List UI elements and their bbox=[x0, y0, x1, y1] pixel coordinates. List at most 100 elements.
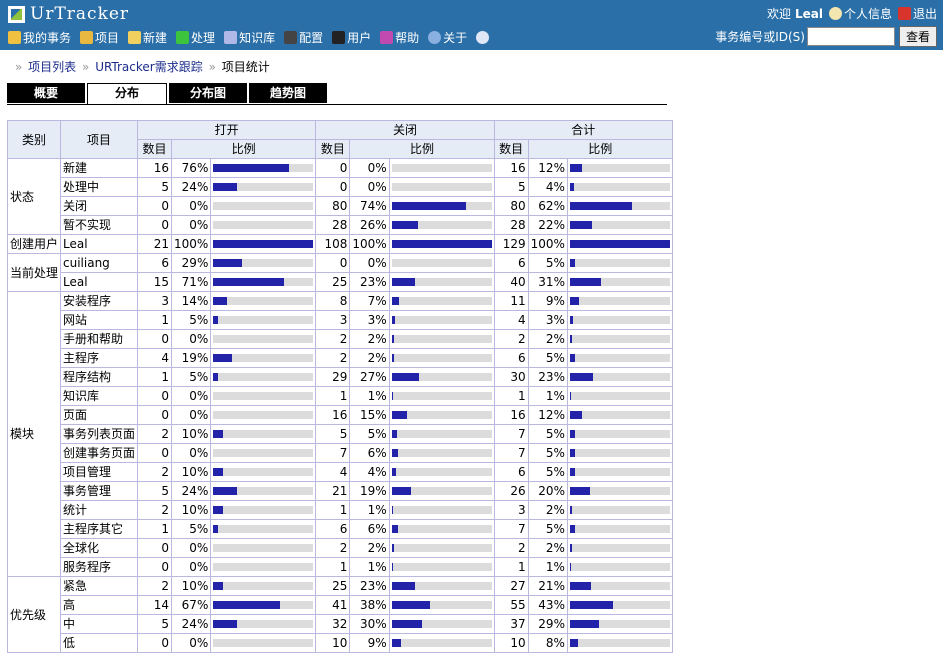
ratio-bar bbox=[391, 620, 492, 628]
ratio-bar-fill bbox=[569, 221, 592, 229]
ratio-bar bbox=[213, 620, 314, 628]
nav-item-1[interactable]: 项目 bbox=[80, 29, 119, 46]
header-closed: 关闭 bbox=[315, 120, 495, 140]
closed-percent: 6% bbox=[349, 519, 390, 539]
item-cell: 紧急 bbox=[60, 576, 139, 596]
open-percent: 19% bbox=[171, 348, 212, 368]
open-count: 14 bbox=[137, 595, 173, 615]
ratio-bar bbox=[391, 335, 492, 343]
closed-percent: 27% bbox=[349, 367, 390, 387]
table-row: 当前处理 cuiliang 6 29% 0 0% 6 5% bbox=[6, 253, 673, 292]
item-cell: 网站 bbox=[60, 310, 139, 330]
breadcrumb-separator: » bbox=[82, 60, 90, 74]
nav-item-label: 处理 bbox=[191, 31, 216, 45]
nav-item-0[interactable]: 我的事务 bbox=[8, 29, 71, 46]
nav-item-5[interactable]: 配置 bbox=[284, 29, 323, 46]
closed-percent: 0% bbox=[349, 253, 390, 273]
nav-item-4[interactable]: 知识库 bbox=[224, 29, 275, 46]
open-percent: 0% bbox=[171, 329, 212, 349]
open-percent: 0% bbox=[171, 386, 212, 406]
nav-item-9[interactable] bbox=[476, 31, 491, 44]
closed-bar-cell bbox=[388, 519, 495, 539]
nav-item-7[interactable]: 帮助 bbox=[380, 29, 419, 46]
item-cell: 程序结构 bbox=[60, 367, 139, 387]
total-count: 5 bbox=[493, 177, 529, 197]
stats-table: 类别 项目 打开 关闭 合计 数目 比例 数目 比例 数目 比例 状态 新建 16 7… bbox=[6, 120, 673, 653]
closed-percent: 30% bbox=[349, 614, 390, 634]
ratio-bar-fill bbox=[391, 449, 398, 457]
tab-1[interactable]: 分布 bbox=[87, 83, 167, 104]
ratio-bar bbox=[213, 335, 314, 343]
total-count: 1 bbox=[493, 557, 529, 577]
total-count: 7 bbox=[493, 424, 529, 444]
closed-bar-cell bbox=[388, 291, 495, 311]
nav-item-8[interactable]: 关于 bbox=[428, 29, 467, 46]
ratio-bar-fill bbox=[569, 620, 599, 628]
closed-count: 0 bbox=[315, 158, 351, 178]
item-cell: 知识库 bbox=[60, 386, 139, 406]
breadcrumb-project-list[interactable]: 项目列表 bbox=[28, 60, 76, 74]
breadcrumb-project[interactable]: URTracker需求跟踪 bbox=[95, 60, 203, 74]
total-percent: 100% bbox=[527, 234, 568, 254]
total-count: 16 bbox=[493, 158, 529, 178]
closed-percent: 1% bbox=[349, 557, 390, 577]
open-percent: 24% bbox=[171, 177, 212, 197]
tab-0[interactable]: 概要 bbox=[7, 83, 85, 103]
total-bar-cell bbox=[566, 614, 673, 634]
ratio-bar bbox=[391, 373, 492, 381]
closed-percent: 38% bbox=[349, 595, 390, 615]
total-bar-cell bbox=[566, 424, 673, 444]
open-bar-cell bbox=[210, 481, 317, 501]
open-count: 5 bbox=[137, 614, 173, 634]
total-count: 3 bbox=[493, 500, 529, 520]
closed-bar-cell bbox=[388, 253, 495, 273]
open-count: 2 bbox=[137, 424, 173, 444]
ratio-bar bbox=[391, 639, 492, 647]
closed-percent: 4% bbox=[349, 462, 390, 482]
header-open-count: 数目 bbox=[137, 139, 173, 159]
open-bar-cell bbox=[210, 291, 317, 311]
total-count: 4 bbox=[493, 310, 529, 330]
ratio-bar-fill bbox=[391, 487, 411, 495]
ratio-bar-fill bbox=[569, 468, 575, 476]
closed-percent: 7% bbox=[349, 291, 390, 311]
tab-3[interactable]: 趋势图 bbox=[249, 83, 327, 103]
logout-link[interactable]: 退出 bbox=[897, 5, 937, 22]
nav-item-2[interactable]: 新建 bbox=[128, 29, 167, 46]
total-bar-cell bbox=[566, 405, 673, 425]
view-button[interactable]: 查看 bbox=[898, 26, 937, 47]
open-percent: 5% bbox=[171, 367, 212, 387]
ratio-bar-fill bbox=[213, 259, 243, 267]
profile-link[interactable]: 个人信息 bbox=[828, 5, 892, 22]
open-count: 0 bbox=[137, 557, 173, 577]
item-cell: 事务列表页面 bbox=[60, 424, 139, 444]
open-count: 0 bbox=[137, 329, 173, 349]
closed-bar-cell bbox=[388, 234, 495, 254]
search-bar: 事务编号或ID(S) 查看 bbox=[715, 26, 937, 47]
open-bar-cell bbox=[210, 253, 317, 273]
total-percent: 2% bbox=[527, 538, 568, 558]
app-logo[interactable]: UrTracker bbox=[8, 4, 129, 24]
total-percent: 1% bbox=[527, 557, 568, 577]
total-percent: 8% bbox=[527, 633, 568, 653]
ratio-bar bbox=[391, 297, 492, 305]
ratio-bar bbox=[569, 297, 670, 305]
item-cell: 手册和帮助 bbox=[60, 329, 139, 349]
open-bar-cell bbox=[210, 272, 317, 292]
closed-bar-cell bbox=[388, 462, 495, 482]
nav-item-6[interactable]: 用户 bbox=[332, 29, 371, 46]
ratio-bar-fill bbox=[391, 202, 466, 210]
table-row: 页面 0 0% 16 15% 16 12% bbox=[8, 405, 673, 425]
ratio-bar bbox=[391, 506, 492, 514]
search-input[interactable] bbox=[806, 27, 895, 46]
closed-count: 21 bbox=[315, 481, 351, 501]
total-percent: 9% bbox=[527, 291, 568, 311]
nav-item-3[interactable]: 处理 bbox=[176, 29, 215, 46]
table-row: 处理中 5 24% 0 0% 5 4% bbox=[8, 177, 673, 197]
ratio-bar-fill bbox=[391, 278, 415, 286]
open-count: 0 bbox=[137, 196, 173, 216]
ratio-bar-fill bbox=[213, 525, 219, 533]
tab-2[interactable]: 分布图 bbox=[169, 83, 247, 103]
total-percent: 5% bbox=[527, 424, 568, 444]
open-bar-cell bbox=[210, 500, 317, 520]
